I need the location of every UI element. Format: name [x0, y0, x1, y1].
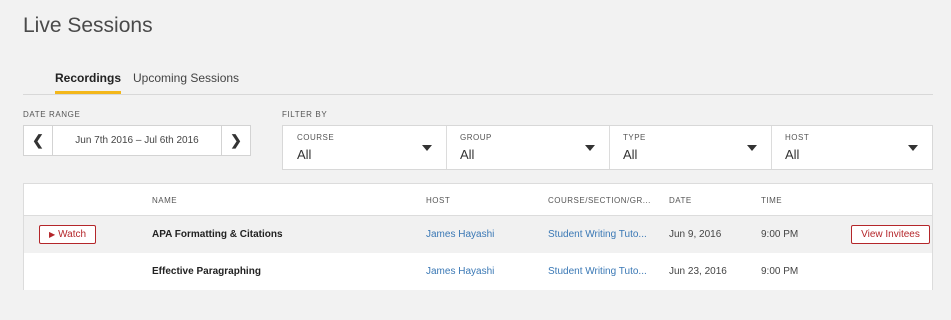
table-row: ▶ Watch APA Formatting & Citations James…	[24, 216, 932, 253]
chevron-right-icon[interactable]: ❯	[221, 126, 250, 155]
group-filter-value: All	[460, 147, 475, 162]
chevron-left-icon[interactable]: ❮	[24, 126, 53, 155]
caret-down-icon	[747, 145, 757, 151]
column-header-host[interactable]: HOST	[426, 196, 450, 205]
table-header: NAME HOST COURSE/SECTION/GR... DATE TIME	[24, 184, 932, 216]
table-row: Effective Paragraphing James Hayashi Stu…	[24, 253, 932, 290]
column-header-time[interactable]: TIME	[761, 196, 782, 205]
filter-by-label: FILTER BY	[282, 110, 328, 119]
play-icon: ▶	[48, 230, 56, 239]
course-filter-value: All	[297, 147, 312, 162]
host-filter-value: All	[785, 147, 800, 162]
session-date: Jun 9, 2016	[669, 229, 722, 240]
session-time: 9:00 PM	[761, 266, 799, 277]
page-title: Live Sessions	[23, 14, 153, 37]
session-name: APA Formatting & Citations	[152, 229, 283, 240]
filter-bar: COURSE All GROUP All TYPE All HOST All	[282, 125, 933, 170]
group-filter[interactable]: GROUP All	[446, 126, 610, 169]
host-filter-label: HOST	[785, 133, 810, 142]
type-filter[interactable]: TYPE All	[609, 126, 772, 169]
column-header-date[interactable]: DATE	[669, 196, 692, 205]
date-range-value: Jun 7th 2016 – Jul 6th 2016	[75, 135, 199, 146]
host-link[interactable]: James Hayashi	[426, 253, 494, 290]
tab-bar: Recordings Upcoming Sessions	[23, 70, 933, 95]
caret-down-icon	[585, 145, 595, 151]
course-filter[interactable]: COURSE All	[283, 126, 447, 169]
sessions-table: NAME HOST COURSE/SECTION/GR... DATE TIME…	[23, 183, 933, 290]
date-range-label: DATE RANGE	[23, 110, 81, 119]
type-filter-value: All	[623, 147, 638, 162]
caret-down-icon	[422, 145, 432, 151]
tab-upcoming-sessions[interactable]: Upcoming Sessions	[133, 71, 239, 93]
column-header-course[interactable]: COURSE/SECTION/GR...	[548, 196, 651, 205]
host-filter[interactable]: HOST All	[771, 126, 932, 169]
course-link[interactable]: Student Writing Tuto...	[548, 253, 647, 290]
group-filter-label: GROUP	[460, 133, 492, 142]
type-filter-label: TYPE	[623, 133, 646, 142]
tab-recordings[interactable]: Recordings	[55, 71, 122, 94]
session-date: Jun 23, 2016	[669, 266, 727, 277]
course-link[interactable]: Student Writing Tuto...	[548, 216, 647, 253]
session-name: Effective Paragraphing	[152, 266, 261, 277]
date-range-picker: ❮ Jun 7th 2016 – Jul 6th 2016 ❯	[23, 125, 251, 156]
host-link[interactable]: James Hayashi	[426, 216, 494, 253]
view-invitees-button[interactable]: View Invitees	[851, 225, 930, 244]
watch-button[interactable]: ▶ Watch	[39, 225, 96, 244]
column-header-name[interactable]: NAME	[152, 196, 177, 205]
watch-button-label: Watch	[58, 229, 87, 240]
course-filter-label: COURSE	[297, 133, 335, 142]
session-time: 9:00 PM	[761, 229, 799, 240]
caret-down-icon	[908, 145, 918, 151]
live-sessions-page: Live Sessions Recordings Upcoming Sessio…	[0, 0, 951, 320]
